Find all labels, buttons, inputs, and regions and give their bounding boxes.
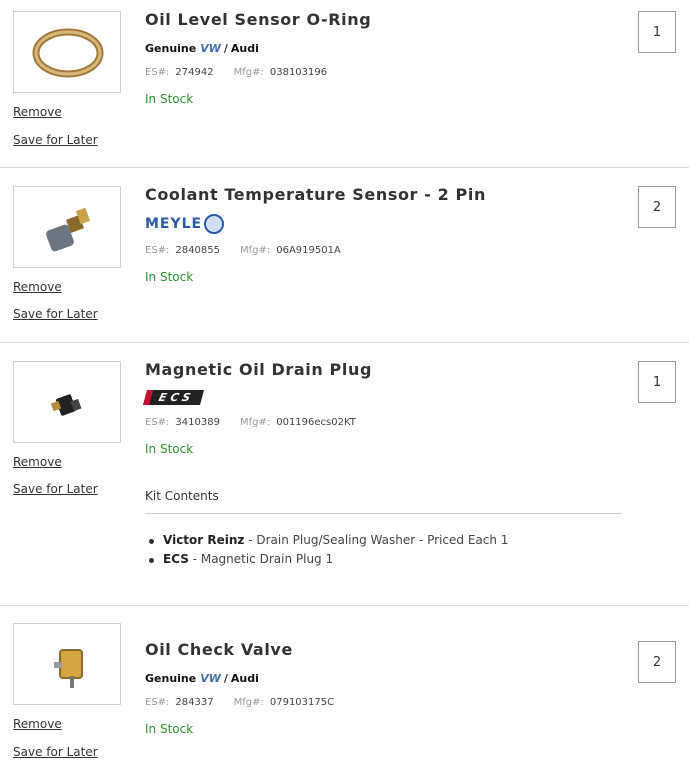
kit-entry-desc: - Magnetic Drain Plug 1 (188, 552, 334, 566)
mfg-label: Mfg#: (239, 417, 271, 428)
es-label: ES#: (145, 245, 170, 256)
product-title[interactable]: Magnetic Oil Drain Plug (145, 360, 372, 379)
stock-status: In Stock (145, 92, 194, 106)
kit-contents-heading: Kit Contents (145, 489, 219, 503)
brand-separator: / (223, 672, 228, 685)
brand-logo: Genuine VW / Audi (145, 672, 259, 685)
part-numbers: ES#: 274942 Mfg#: 038103196 (145, 67, 347, 78)
sensor-image (46, 207, 91, 252)
es-label: ES#: (145, 67, 170, 78)
meyle-wordmark: MEYLE (145, 216, 203, 232)
brand-logo: Genuine VW / Audi (145, 42, 259, 55)
kit-entry-brand: Victor Reinz (163, 533, 245, 547)
save-for-later-link[interactable]: Save for Later (13, 307, 98, 321)
stock-status: In Stock (145, 722, 194, 736)
brand-genuine-label: Genuine (145, 42, 197, 55)
product-image[interactable] (13, 623, 121, 705)
part-numbers: ES#: 284337 Mfg#: 079103175C (145, 697, 354, 708)
item-divider (0, 342, 689, 343)
es-number: 284337 (175, 697, 214, 708)
meyle-logo: MEYLE (145, 214, 225, 234)
mfg-number: 06A919501A (276, 245, 341, 256)
kit-entry: Victor Reinz - Drain Plug/Sealing Washer… (145, 533, 508, 552)
kit-entry-desc: - Drain Plug/Sealing Washer - Priced Eac… (244, 533, 509, 547)
product-title[interactable]: Coolant Temperature Sensor - 2 Pin (145, 185, 486, 204)
vw-logo: VW (200, 42, 221, 55)
remove-link[interactable]: Remove (13, 280, 62, 294)
audi-logo: Audi (230, 672, 259, 685)
ecs-wordmark: ECS (142, 390, 205, 405)
product-image[interactable] (13, 186, 121, 268)
stock-status: In Stock (145, 442, 194, 456)
es-label: ES#: (145, 697, 170, 708)
meyle-badge-icon (204, 214, 225, 234)
save-for-later-link[interactable]: Save for Later (13, 482, 98, 496)
product-title[interactable]: Oil Level Sensor O-Ring (145, 10, 371, 29)
o-ring-image (32, 28, 104, 78)
remove-link[interactable]: Remove (13, 455, 62, 469)
es-label: ES#: (145, 417, 170, 428)
part-numbers: ES#: 3410389 Mfg#: 001196ecs02KT (145, 417, 376, 428)
kit-entry: ECS - Magnetic Drain Plug 1 (145, 552, 508, 571)
es-number: 2840855 (175, 245, 220, 256)
product-image[interactable] (13, 11, 121, 93)
kit-divider (145, 513, 621, 514)
mfg-number: 038103196 (269, 67, 328, 78)
remove-link[interactable]: Remove (13, 105, 62, 119)
part-numbers: ES#: 2840855 Mfg#: 06A919501A (145, 245, 361, 256)
es-number: 274942 (175, 67, 214, 78)
quantity-field[interactable]: 2 (638, 641, 676, 683)
es-number: 3410389 (175, 417, 220, 428)
mfg-number: 079103175C (269, 697, 335, 708)
vw-logo: VW (200, 672, 221, 685)
product-image[interactable] (13, 361, 121, 443)
mfg-label: Mfg#: (239, 245, 271, 256)
check-valve-image (54, 649, 83, 688)
ecs-logo: ECS (142, 390, 205, 405)
item-divider (0, 605, 689, 606)
kit-contents-list: Victor Reinz - Drain Plug/Sealing Washer… (145, 533, 508, 571)
quantity-field[interactable]: 1 (638, 361, 676, 403)
item-divider (0, 167, 689, 168)
audi-logo: Audi (230, 42, 259, 55)
mfg-label: Mfg#: (233, 697, 264, 708)
save-for-later-link[interactable]: Save for Later (13, 133, 98, 147)
drain-plug-image (50, 394, 82, 416)
mfg-number: 001196ecs02KT (276, 417, 356, 428)
brand-separator: / (223, 42, 228, 55)
quantity-field[interactable]: 2 (638, 186, 676, 228)
remove-link[interactable]: Remove (13, 717, 62, 731)
stock-status: In Stock (145, 270, 194, 284)
mfg-label: Mfg#: (233, 67, 264, 78)
quantity-field[interactable]: 1 (638, 11, 676, 53)
save-for-later-link[interactable]: Save for Later (13, 745, 98, 759)
brand-genuine-label: Genuine (145, 672, 197, 685)
kit-entry-brand: ECS (163, 552, 189, 566)
product-title[interactable]: Oil Check Valve (145, 640, 293, 659)
